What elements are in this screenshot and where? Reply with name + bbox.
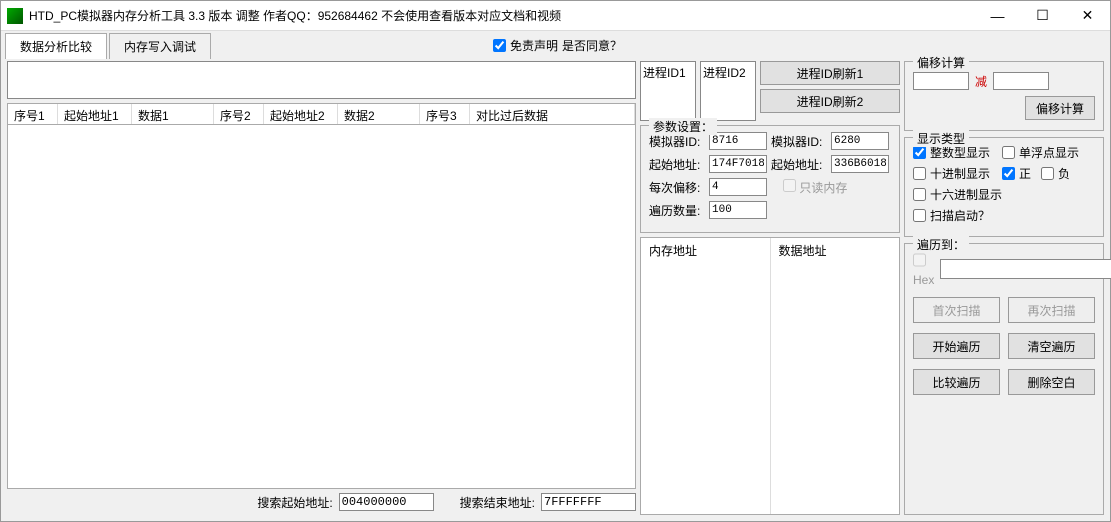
left-panel: 序号1 起始地址1 数据1 序号2 起始地址2 数据2 序号3 对比过后数据 搜… <box>7 61 636 515</box>
data-table-body[interactable] <box>7 125 636 489</box>
search-start-input[interactable] <box>339 493 434 511</box>
col-seq1[interactable]: 序号1 <box>8 104 58 124</box>
window-controls: — ☐ ✕ <box>975 1 1110 30</box>
disclaimer-area: 免责声明 是否同意？ <box>493 37 622 54</box>
startaddr1-input[interactable] <box>709 155 767 173</box>
search-end-label: 搜索结束地址: <box>460 494 535 511</box>
title-bar: HTD_PC模拟器内存分析工具 3.3 版本 调整 作者QQ：952684462… <box>1 1 1110 31</box>
startaddr-label: 起始地址: <box>649 156 705 173</box>
pos-checkbox[interactable] <box>1002 167 1015 180</box>
process-refresh-buttons: 进程ID刷新1 进程ID刷新2 <box>760 61 900 121</box>
readonly-label: 只读内存 <box>799 181 847 195</box>
offset-label: 每次偏移: <box>649 179 705 196</box>
col-startaddr1[interactable]: 起始地址1 <box>58 104 132 124</box>
dec-display-label: 十进制显示 <box>930 165 990 182</box>
float-display-label: 单浮点显示 <box>1019 144 1079 161</box>
tab-strip: 数据分析比较 内存写入调试 <box>1 31 213 59</box>
maximize-button[interactable]: ☐ <box>1020 1 1065 30</box>
rescan-button[interactable]: 再次扫描 <box>1008 297 1095 323</box>
neg-label: 负 <box>1058 165 1070 182</box>
hex-display-checkbox[interactable] <box>913 188 926 201</box>
tab-memory-write-debug[interactable]: 内存写入调试 <box>109 33 211 59</box>
col-data1[interactable]: 数据1 <box>132 104 214 124</box>
col-seq2[interactable]: 序号2 <box>214 104 264 124</box>
pos-label: 正 <box>1019 165 1031 182</box>
display-type-legend: 显示类型 <box>913 130 969 147</box>
app-icon <box>7 8 23 24</box>
search-end-input[interactable] <box>541 493 636 511</box>
process-id2-box[interactable]: 进程ID2 <box>700 61 756 121</box>
dec-display-checkbox[interactable] <box>913 167 926 180</box>
process-refresh1-button[interactable]: 进程ID刷新1 <box>760 61 900 85</box>
app-window: HTD_PC模拟器内存分析工具 3.3 版本 调整 作者QQ：952684462… <box>0 0 1111 522</box>
minus-label: 减 <box>975 73 987 90</box>
content-area: 序号1 起始地址1 数据1 序号2 起始地址2 数据2 序号3 对比过后数据 搜… <box>1 59 1110 521</box>
search-start-label: 搜索起始地址: <box>257 494 332 511</box>
col-compared-data[interactable]: 对比过后数据 <box>470 104 635 124</box>
neg-checkbox[interactable] <box>1041 167 1054 180</box>
delete-blank-button[interactable]: 删除空白 <box>1008 369 1095 395</box>
middle-panel: 进程ID1 进程ID2 进程ID刷新1 进程ID刷新2 参数设置： 模拟器ID:… <box>640 61 900 515</box>
simid2-input[interactable] <box>831 132 889 150</box>
process-row: 进程ID1 进程ID2 进程ID刷新1 进程ID刷新2 <box>640 61 900 121</box>
params-fieldset: 参数设置： 模拟器ID: 模拟器ID: 起始地址: 起始地址: 每次偏移: <box>640 125 900 233</box>
offset-calc-input2[interactable] <box>993 72 1049 90</box>
bottom-search-bar: 搜索起始地址: 搜索结束地址: <box>7 489 636 515</box>
data-table-header: 序号1 起始地址1 数据1 序号2 起始地址2 数据2 序号3 对比过后数据 <box>7 103 636 125</box>
hex-area: Hex <box>913 250 934 287</box>
readonly-checkbox <box>783 179 796 192</box>
offset-calc-button[interactable]: 偏移计算 <box>1025 96 1095 120</box>
disclaimer-checkbox[interactable] <box>493 39 506 52</box>
startaddr2-input[interactable] <box>831 155 889 173</box>
window-title: HTD_PC模拟器内存分析工具 3.3 版本 调整 作者QQ：952684462… <box>29 7 975 24</box>
disclaimer-question: 是否同意？ <box>562 37 622 54</box>
col-data2[interactable]: 数据2 <box>338 104 420 124</box>
offset-calc-input1[interactable] <box>913 72 969 90</box>
col-seq3[interactable]: 序号3 <box>420 104 470 124</box>
scan-start-label: 扫描启动？ <box>930 207 990 224</box>
iter-label: 遍历数量: <box>649 202 705 219</box>
memory-table[interactable]: 内存地址 数据地址 <box>640 237 900 515</box>
simid1-input[interactable] <box>709 132 767 150</box>
start-traverse-button[interactable]: 开始遍历 <box>913 333 1000 359</box>
float-display-checkbox[interactable] <box>1002 146 1015 159</box>
clear-traverse-button[interactable]: 清空遍历 <box>1008 333 1095 359</box>
offset-calc-legend: 偏移计算 <box>913 54 969 71</box>
traverse-legend: 遍历到： <box>913 236 969 253</box>
hex-input[interactable] <box>940 259 1111 279</box>
top-text-area[interactable] <box>7 61 636 99</box>
close-button[interactable]: ✕ <box>1065 1 1110 30</box>
col-startaddr2[interactable]: 起始地址2 <box>264 104 338 124</box>
simid-label: 模拟器ID: <box>649 133 705 150</box>
hex-checkbox <box>913 250 926 270</box>
compare-traverse-button[interactable]: 比较遍历 <box>913 369 1000 395</box>
mem-addr-col: 内存地址 <box>641 238 771 514</box>
process-id1-box[interactable]: 进程ID1 <box>640 61 696 121</box>
traverse-fieldset: 遍历到： Hex 首次扫描 再次扫描 开始遍历 清空遍历 <box>904 243 1104 515</box>
hex-display-label: 十六进制显示 <box>930 186 1002 203</box>
startaddr-label2: 起始地址: <box>771 156 827 173</box>
first-scan-button[interactable]: 首次扫描 <box>913 297 1000 323</box>
display-type-fieldset: 显示类型 整数型显示 单浮点显示 十进制显示 正 负 十六 <box>904 137 1104 237</box>
disclaimer-label: 免责声明 <box>510 37 558 54</box>
offset-calc-fieldset: 偏移计算 减 偏移计算 <box>904 61 1104 131</box>
scan-start-checkbox[interactable] <box>913 209 926 222</box>
simid-label2: 模拟器ID: <box>771 133 827 150</box>
readonly-area: 只读内存 <box>783 179 847 196</box>
int-display-checkbox[interactable] <box>913 146 926 159</box>
tab-data-analysis[interactable]: 数据分析比较 <box>5 33 107 59</box>
process-refresh2-button[interactable]: 进程ID刷新2 <box>760 89 900 113</box>
data-addr-col: 数据地址 <box>771 238 900 514</box>
iter-input[interactable] <box>709 201 767 219</box>
offset-input[interactable] <box>709 178 767 196</box>
params-legend: 参数设置： <box>649 118 717 135</box>
minimize-button[interactable]: — <box>975 1 1020 30</box>
right-panel: 偏移计算 减 偏移计算 显示类型 整数型显示 单浮点显示 <box>904 61 1104 515</box>
hex-label: Hex <box>913 273 934 287</box>
